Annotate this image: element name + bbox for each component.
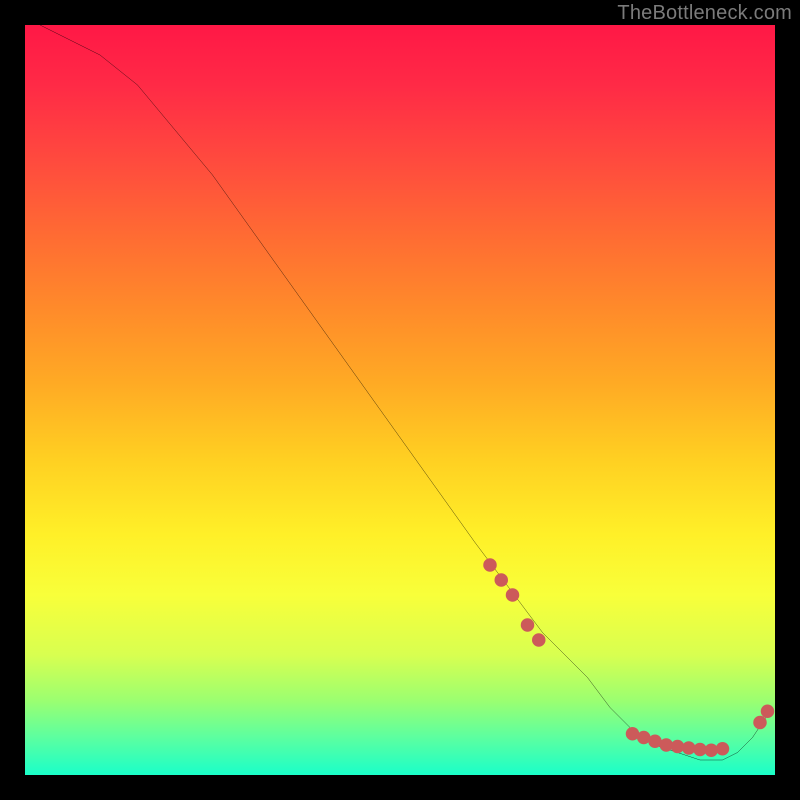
highlight-dot [495, 573, 509, 587]
highlight-dot [532, 633, 546, 647]
watermark-text: TheBottleneck.com [617, 2, 792, 25]
bottleneck-curve [40, 25, 768, 760]
plot-area [25, 25, 775, 775]
curve-layer [25, 25, 775, 775]
highlight-dot [716, 742, 730, 756]
highlight-dot [761, 705, 775, 719]
highlight-dot [483, 558, 496, 572]
highlight-dot [506, 588, 520, 602]
chart-stage: TheBottleneck.com [0, 0, 800, 800]
highlight-dots [483, 558, 774, 757]
highlight-dot [753, 716, 767, 730]
curve-path [40, 25, 768, 760]
highlight-dot [521, 618, 535, 632]
